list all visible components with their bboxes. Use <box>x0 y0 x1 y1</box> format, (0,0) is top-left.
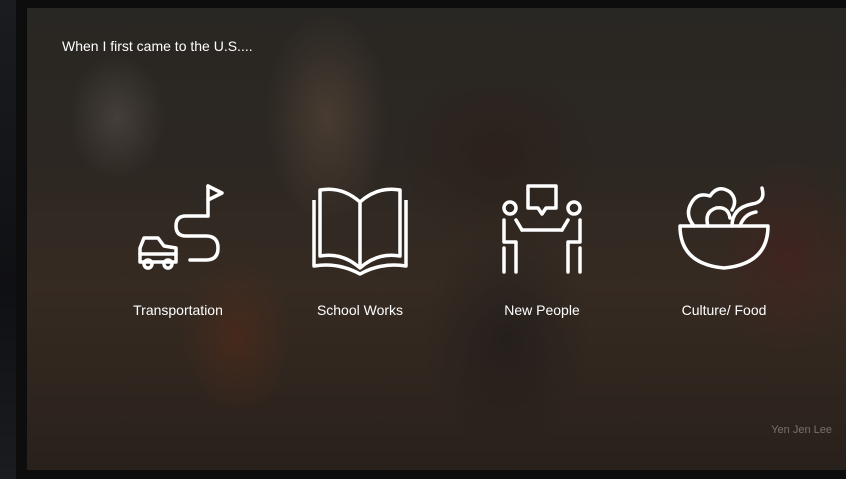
topic-culture-food: Culture/ Food <box>639 178 809 318</box>
topic-label: School Works <box>316 302 404 318</box>
topic-new-people: New People <box>457 178 627 318</box>
people-conversation-icon <box>502 184 582 274</box>
topic-label: New People <box>504 302 580 318</box>
food-bowl-icon <box>678 186 770 270</box>
open-book-icon <box>312 187 408 276</box>
left-edge-strip <box>0 0 16 479</box>
photo-credit: Yen Jen Lee <box>771 424 832 436</box>
car-route-flag-icon <box>138 184 224 270</box>
topic-school-works: School Works <box>275 178 445 318</box>
slide-heading: When I first came to the U.S.... <box>62 38 253 54</box>
presentation-slide: When I first came to the U.S.... Transpo… <box>27 8 846 470</box>
topic-label: Transportation <box>133 302 223 318</box>
topic-label: Culture/ Food <box>681 302 767 318</box>
topic-transportation: Transportation <box>93 178 263 318</box>
